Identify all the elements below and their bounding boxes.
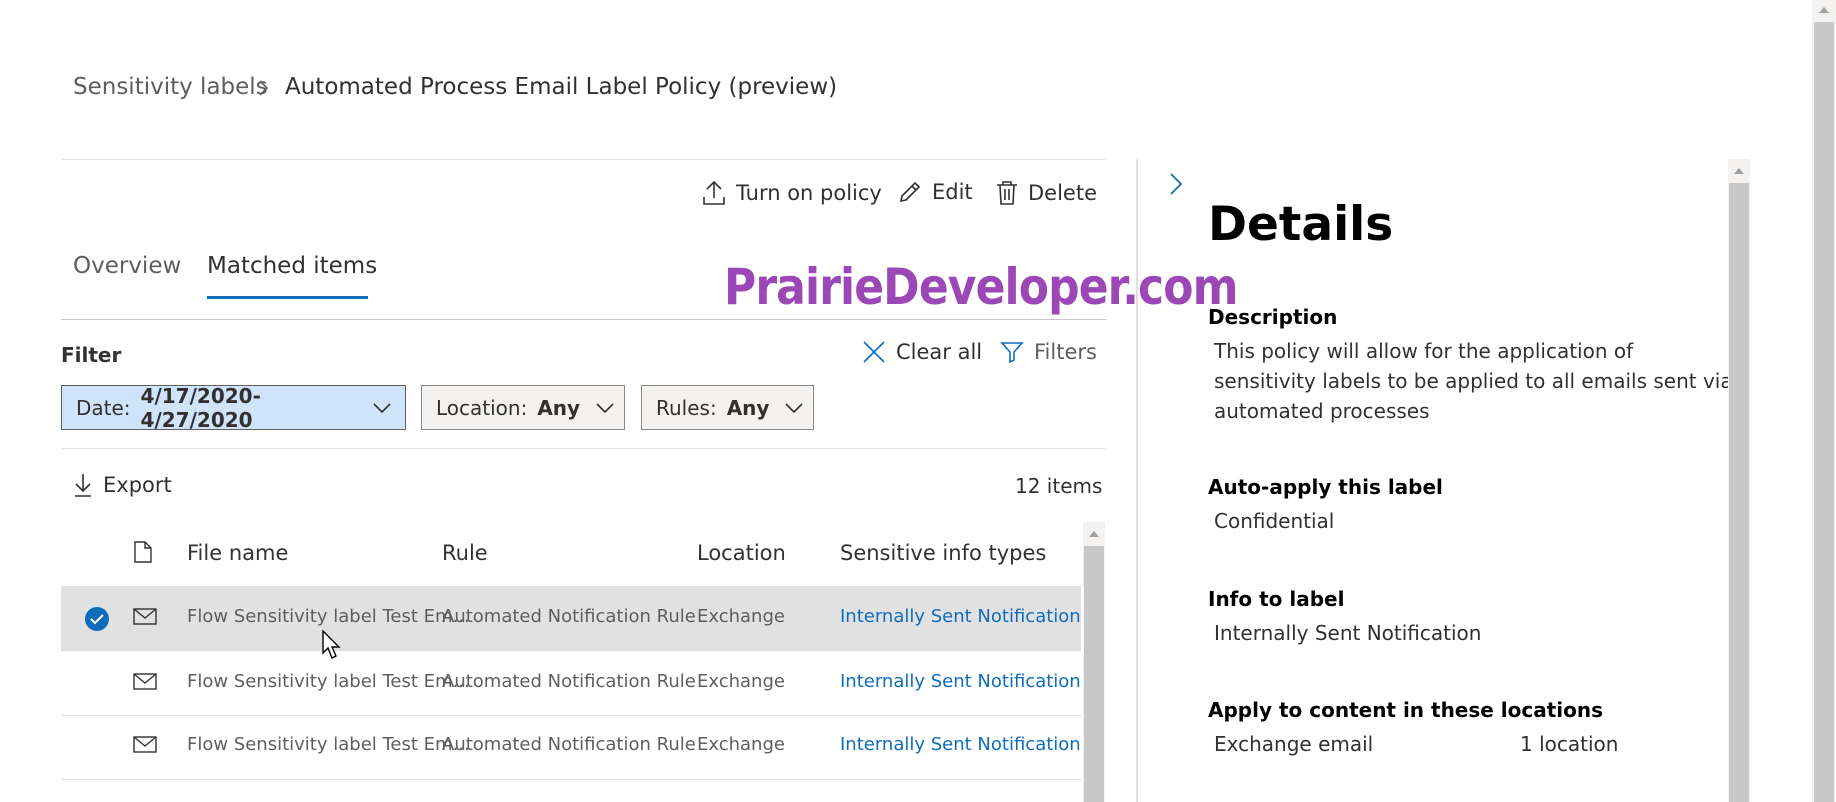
pencil-icon: [898, 180, 922, 204]
file-name-cell: Flow Sensitivity label Test Em...: [187, 734, 470, 755]
rule-cell: Automated Notification Rule: [442, 734, 696, 755]
description-line: automated processes: [1214, 399, 1430, 423]
checkmark-circle-icon[interactable]: [84, 606, 110, 632]
table-scrollbar[interactable]: [1083, 522, 1105, 802]
location-count: 1 location: [1520, 732, 1619, 756]
scroll-up-arrow-icon[interactable]: [1088, 530, 1100, 538]
upload-icon: [702, 180, 726, 206]
file-name-cell: Flow Sensitivity label Test Em...: [187, 606, 470, 627]
scroll-up-arrow-icon[interactable]: [1818, 6, 1830, 14]
location-cell: Exchange: [697, 734, 785, 755]
location-name: Exchange email: [1214, 732, 1374, 756]
trash-icon: [996, 180, 1018, 206]
details-scrollbar-thumb[interactable]: [1729, 183, 1749, 802]
chevron-down-icon: [596, 402, 614, 414]
file-name-cell: Flow Sensitivity label Test Em...: [187, 671, 470, 692]
active-tab-indicator: [207, 296, 368, 299]
mail-icon: [133, 673, 157, 690]
info-to-label-label: Info to label: [1208, 587, 1345, 611]
edit-label: Edit: [932, 180, 973, 204]
collapse-panel-chevron-icon[interactable]: [1169, 172, 1183, 196]
auto-apply-label: Auto-apply this label: [1208, 475, 1443, 499]
clear-all-button[interactable]: Clear all: [862, 340, 982, 364]
details-scrollbar[interactable]: [1728, 159, 1750, 802]
tab-overview[interactable]: Overview: [73, 253, 181, 279]
sensitive-info-type-link[interactable]: Internally Sent Notification: [840, 671, 1081, 692]
info-to-label-value: Internally Sent Notification: [1214, 621, 1482, 645]
rule-cell: Automated Notification Rule: [442, 671, 696, 692]
watermark-text: PrairieDeveloper.com: [724, 258, 1238, 316]
location-filter-dropdown[interactable]: Location: Any: [421, 385, 625, 430]
date-filter-value: 4/17/2020-4/27/2020: [140, 383, 261, 432]
file-type-icon: [134, 541, 152, 563]
date-filter-label: Date:: [76, 395, 131, 420]
table-row[interactable]: Flow Sensitivity label Test Em... Automa…: [61, 586, 1081, 650]
scroll-up-arrow-icon[interactable]: [1733, 167, 1745, 175]
delete-label: Delete: [1028, 181, 1097, 205]
panel-divider: [1136, 159, 1138, 802]
edit-button[interactable]: Edit: [898, 180, 973, 204]
download-icon: [73, 472, 93, 498]
tab-matched-items[interactable]: Matched items: [207, 253, 377, 279]
chevron-down-icon: [785, 402, 804, 414]
table-row[interactable]: Flow Sensitivity label Test Em... Automa…: [61, 651, 1081, 715]
location-cell: Exchange: [697, 671, 785, 692]
rules-filter-value: Any: [726, 395, 770, 420]
rules-filter-dropdown[interactable]: Rules: Any: [641, 385, 814, 430]
chevron-down-icon: [373, 402, 391, 414]
rule-cell: Automated Notification Rule: [442, 606, 696, 627]
date-filter-dropdown[interactable]: Date: 4/17/2020-4/27/2020: [61, 383, 406, 432]
table-scrollbar-thumb[interactable]: [1084, 546, 1104, 802]
description-line: This policy will allow for the applicati…: [1214, 339, 1634, 363]
breadcrumb-root-link[interactable]: Sensitivity labels: [73, 74, 268, 100]
auto-apply-value: Confidential: [1214, 509, 1335, 533]
close-icon: [862, 340, 886, 364]
turn-on-policy-button[interactable]: Turn on policy: [702, 180, 882, 206]
description-line: sensitivity labels to be applied to all …: [1214, 369, 1733, 393]
column-header-rule[interactable]: Rule: [442, 541, 488, 565]
export-button[interactable]: Export: [73, 472, 172, 498]
mail-icon: [133, 608, 157, 625]
filters-button[interactable]: Filters: [1000, 340, 1097, 364]
funnel-icon: [1000, 340, 1024, 364]
location-filter-label: Location:: [436, 395, 528, 420]
window-scrollbar-thumb[interactable]: [1814, 22, 1834, 802]
clear-all-label: Clear all: [896, 340, 983, 364]
table-row[interactable]: Flow Sensitivity label Test Em... Automa…: [61, 716, 1081, 780]
column-header-location[interactable]: Location: [697, 541, 786, 565]
sensitive-info-type-link[interactable]: Internally Sent Notification: [840, 606, 1081, 627]
rules-filter-label: Rules:: [656, 395, 717, 420]
page-title: Automated Process Email Label Policy (pr…: [285, 74, 838, 100]
details-title: Details: [1208, 197, 1394, 252]
items-count: 12 items: [1015, 474, 1103, 498]
header-divider: [61, 159, 1106, 160]
filter-label: Filter: [61, 343, 122, 367]
delete-button[interactable]: Delete: [996, 180, 1097, 206]
chevron-right-icon: [258, 79, 270, 97]
mail-icon: [133, 736, 157, 753]
locations-label: Apply to content in these locations: [1208, 698, 1604, 722]
column-header-file-name[interactable]: File name: [187, 541, 288, 565]
tabs-divider: [61, 319, 1106, 320]
turn-on-policy-label: Turn on policy: [736, 181, 882, 205]
sensitive-info-type-link[interactable]: Internally Sent Notification: [840, 734, 1081, 755]
description-label: Description: [1208, 305, 1338, 329]
export-label: Export: [103, 473, 172, 497]
filter-divider: [61, 448, 1106, 449]
location-filter-value: Any: [537, 395, 581, 420]
filters-label: Filters: [1034, 340, 1097, 364]
column-header-sensitive-info-types[interactable]: Sensitive info types: [840, 541, 1046, 565]
location-cell: Exchange: [697, 606, 785, 627]
description-text: This policy will allow for the applicati…: [1214, 336, 1733, 426]
mouse-cursor-icon: [322, 630, 342, 660]
row-divider: [61, 779, 1081, 780]
window-scrollbar[interactable]: [1812, 0, 1836, 802]
